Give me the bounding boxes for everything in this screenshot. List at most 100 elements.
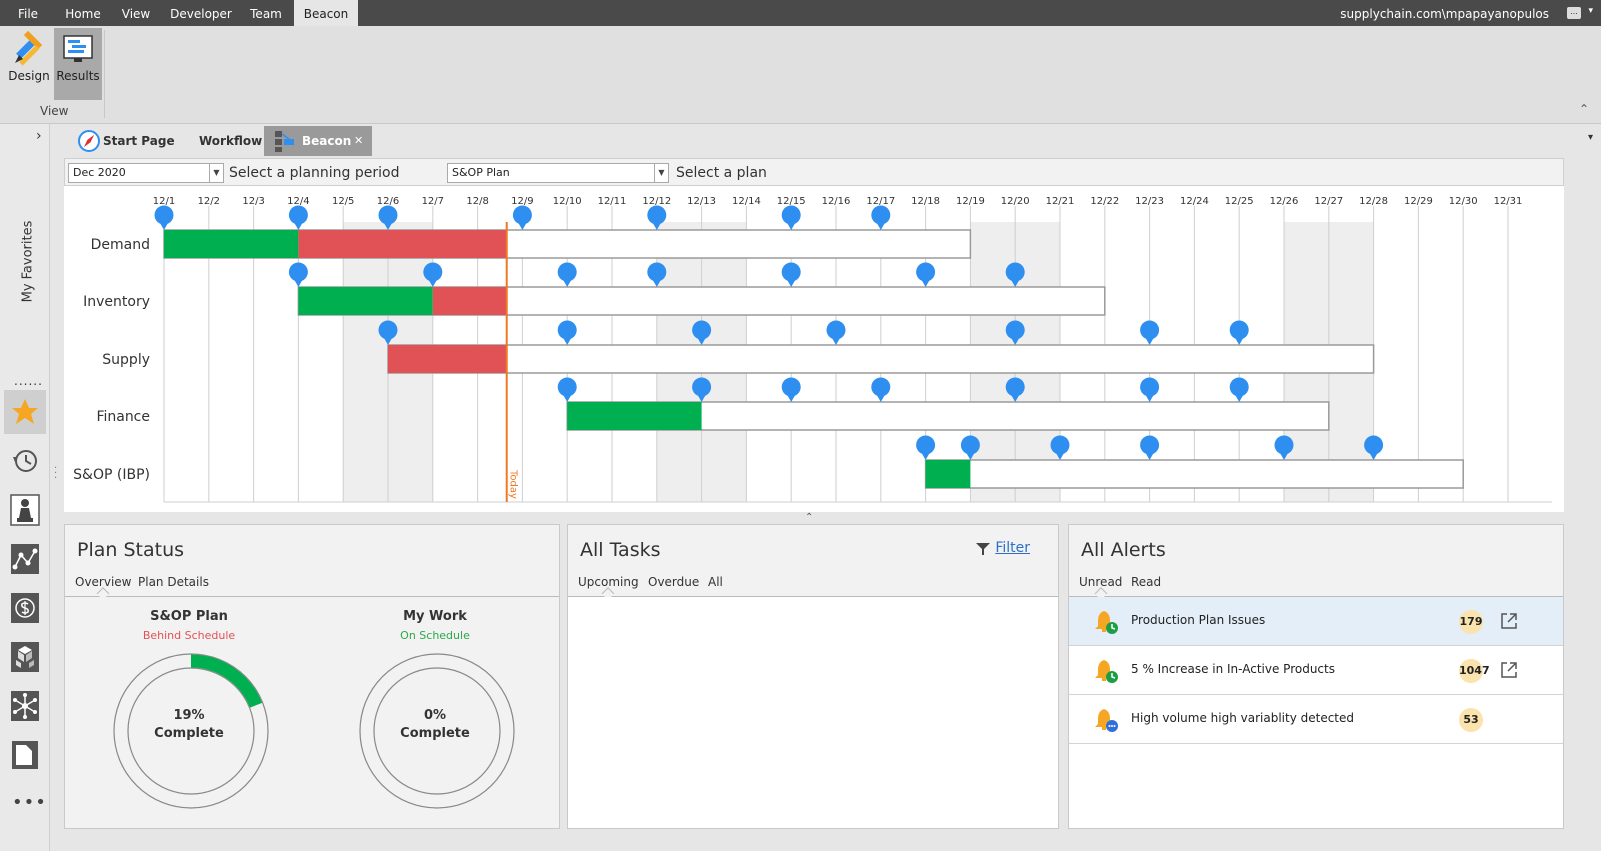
user-menu-button[interactable]: ...: [1567, 7, 1581, 19]
plan-status-title: Plan Status: [77, 539, 185, 561]
bell-clock-icon: [1095, 660, 1118, 683]
gantt-date-label: 12/22: [1090, 196, 1119, 207]
gantt-milestone: [1364, 435, 1384, 455]
plan-status-body: S&OP Plan Behind Schedule 19% Complete M…: [65, 597, 559, 828]
tab-unread[interactable]: Unread: [1079, 575, 1122, 589]
menu-home[interactable]: Home: [56, 0, 110, 26]
gantt-progress-on-track: [298, 287, 433, 315]
rail-network-button[interactable]: [4, 537, 46, 581]
gantt-date-label: 12/23: [1135, 196, 1164, 207]
gantt-milestone: [423, 262, 443, 282]
gantt-phase-bar: [924, 459, 1464, 489]
rail-expand-icon[interactable]: ›: [36, 128, 42, 144]
tabs-overflow-icon[interactable]: ▾: [1588, 132, 1593, 143]
plan-status-tabs: Overview Plan Details: [65, 575, 559, 597]
left-rail: › My Favorites ...... •••: [0, 124, 50, 851]
gantt-date-label: 12/14: [732, 196, 761, 207]
external-link-icon[interactable]: [1499, 611, 1519, 631]
menu-view[interactable]: View: [114, 0, 158, 26]
alert-row[interactable]: High volume high variablity detected 53: [1069, 695, 1563, 744]
gantt-row-label: S&OP (IBP): [73, 467, 150, 483]
gantt-date-label: 12/29: [1404, 196, 1433, 207]
rail-hub-button[interactable]: [4, 684, 46, 728]
gantt-milestone: [647, 205, 667, 225]
ribbon: Design Results View ⌃: [0, 26, 1601, 124]
tab-start-page[interactable]: Start Page: [73, 126, 189, 156]
user-account-label[interactable]: supplychain.com\mpapayanopulos: [1340, 0, 1549, 28]
external-link-icon[interactable]: [1499, 660, 1519, 680]
tab-workflow[interactable]: Workflow: [197, 126, 262, 156]
menu-beacon[interactable]: Beacon: [294, 0, 358, 26]
plan-hint: Select a plan: [676, 165, 767, 181]
planning-period-select[interactable]: Dec 2020 ▼: [68, 163, 224, 183]
tab-overdue[interactable]: Overdue: [648, 575, 699, 589]
plan-value: S&OP Plan: [452, 166, 510, 179]
rail-more-icon[interactable]: •••: [12, 792, 47, 813]
gantt-date-label: 12/8: [466, 196, 488, 207]
boxes-icon: [11, 642, 39, 672]
rail-supply-button[interactable]: [4, 635, 46, 679]
beacon-icon: [275, 131, 294, 152]
chevron-down-icon[interactable]: ▼: [654, 164, 668, 182]
alerts-list: Production Plan Issues 179 5 % Increase …: [1069, 597, 1563, 828]
panel-splitter-icon[interactable]: ⌃: [805, 512, 813, 523]
planning-period-value: Dec 2020: [73, 166, 126, 179]
sop-plan-percent-text: 19% Complete: [99, 707, 279, 743]
alert-row[interactable]: Production Plan Issues 179: [1069, 597, 1563, 646]
gantt-milestone: [1140, 320, 1160, 340]
close-icon[interactable]: ✕: [354, 126, 363, 156]
filter-link[interactable]: Filter: [995, 540, 1030, 556]
tab-overview[interactable]: Overview: [75, 575, 132, 589]
rail-history-button[interactable]: [4, 439, 46, 483]
sop-plan-percent: 19%: [173, 708, 205, 723]
menu-developer[interactable]: Developer: [164, 0, 238, 26]
gantt-milestone: [1229, 320, 1249, 340]
tab-upcoming[interactable]: Upcoming: [578, 575, 639, 589]
gantt-milestone: [378, 205, 398, 225]
sop-plan-complete-label: Complete: [154, 726, 224, 741]
gantt-date-label: 12/7: [422, 196, 444, 207]
gantt-date-label: 12/16: [822, 196, 851, 207]
dollar-cycle-icon: [11, 593, 39, 623]
tab-beacon[interactable]: Beacon ✕: [264, 126, 372, 156]
my-favorites-label[interactable]: My Favorites: [21, 212, 36, 312]
gantt-milestone: [916, 262, 936, 282]
gantt-date-label: 12/1: [153, 196, 175, 207]
gantt-milestone: [916, 435, 936, 455]
tab-all[interactable]: All: [708, 575, 723, 589]
alert-text: High volume high variablity detected: [1131, 711, 1355, 725]
my-work-percent: 0%: [423, 708, 447, 723]
rail-pawn-button[interactable]: [4, 488, 46, 532]
rail-favorites-button[interactable]: [4, 390, 46, 434]
plan-select[interactable]: S&OP Plan ▼: [447, 163, 669, 183]
menu-file[interactable]: File: [6, 0, 50, 26]
all-tasks-title: All Tasks: [580, 539, 661, 561]
gantt-progress-behind: [432, 287, 507, 315]
gantt-date-label: 12/17: [866, 196, 895, 207]
menu-team[interactable]: Team: [242, 0, 290, 26]
design-button[interactable]: Design: [5, 28, 53, 100]
filter-icon[interactable]: [976, 543, 990, 555]
tab-plan-details[interactable]: Plan Details: [138, 575, 209, 589]
all-tasks-tabs: Upcoming Overdue All: [568, 575, 1058, 597]
ribbon-collapse-icon[interactable]: ⌃: [1579, 102, 1589, 116]
chevron-down-icon[interactable]: ▼: [209, 164, 223, 182]
gantt-chart: 12/1 12/2 12/3 12/4 12/5 12/6 12/7 12/8 12/9 12/1…: [64, 186, 1564, 512]
gantt-milestone: [1005, 377, 1025, 397]
gantt-date-label: 12/26: [1270, 196, 1299, 207]
rail-resize-grip[interactable]: · · ·: [54, 464, 57, 484]
rail-finance-button[interactable]: [4, 586, 46, 630]
gantt-milestone: [557, 320, 577, 340]
results-button[interactable]: Results: [54, 28, 102, 100]
user-menu-caret-icon[interactable]: ▾: [1588, 6, 1593, 16]
gantt-progress-behind: [298, 230, 507, 258]
alert-text: 5 % Increase in In-Active Products: [1131, 662, 1335, 676]
ribbon-group-label: View: [40, 104, 69, 118]
alert-text: Production Plan Issues: [1131, 613, 1266, 627]
alert-row[interactable]: 5 % Increase in In-Active Products 1047: [1069, 646, 1563, 695]
gantt-milestone: [378, 320, 398, 340]
rail-document-button[interactable]: [4, 733, 46, 777]
gantt-milestone: [1005, 320, 1025, 340]
gantt-milestone: [512, 205, 532, 225]
tab-read[interactable]: Read: [1131, 575, 1161, 589]
